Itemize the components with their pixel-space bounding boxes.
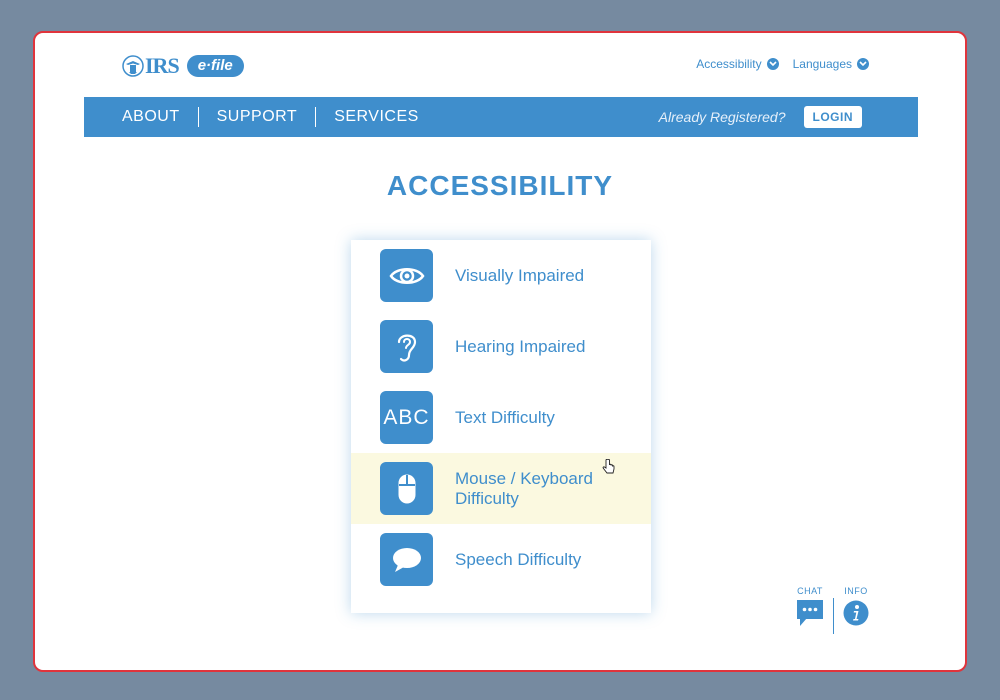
accessibility-dropdown[interactable]: Accessibility	[696, 57, 779, 71]
option-speech-difficulty[interactable]: Speech Difficulty	[351, 524, 651, 595]
chevron-down-icon	[766, 58, 779, 70]
accessibility-options-card: Visually Impaired Hearing Impaired ABC T…	[351, 240, 651, 613]
login-button[interactable]: LOGIN	[803, 106, 862, 128]
nav-menu: ABOUT SUPPORT SERVICES	[84, 107, 419, 127]
abc-glyph: ABC	[383, 405, 430, 429]
nav-item-services[interactable]: SERVICES	[334, 108, 419, 126]
languages-link-label: Languages	[792, 57, 852, 71]
info-icon	[843, 600, 869, 626]
irs-logo-text: IRS	[145, 53, 180, 78]
efile-logo-pill: e·file	[186, 55, 244, 77]
languages-dropdown[interactable]: Languages	[793, 57, 869, 71]
option-visually-impaired[interactable]: Visually Impaired	[351, 240, 651, 311]
chevron-down-icon	[857, 58, 869, 70]
tool-divider	[833, 598, 834, 634]
utility-links: Accessibility Languages	[696, 57, 869, 71]
irs-eagle-seal-icon	[122, 55, 144, 77]
option-label: Text Difficulty	[455, 407, 555, 427]
option-label: Hearing Impaired	[455, 336, 586, 356]
abc-icon: ABC	[380, 391, 433, 444]
option-hearing-impaired[interactable]: Hearing Impaired	[351, 311, 651, 382]
option-label: Speech Difficulty	[455, 549, 582, 569]
nav-item-about[interactable]: ABOUT	[122, 108, 180, 126]
chat-tool[interactable]: CHAT	[797, 586, 823, 626]
hand-pointer-cursor-icon	[602, 459, 615, 474]
page-title: ACCESSIBILITY	[386, 170, 614, 201]
option-mouse-keyboard-difficulty[interactable]: Mouse / Keyboard Difficulty	[351, 453, 651, 524]
top-bar: IRS e·file Accessibility Languages	[35, 33, 965, 99]
info-tool[interactable]: INFO	[843, 586, 869, 626]
nav-login-area: Already Registered? LOGIN	[659, 106, 918, 128]
info-label: INFO	[844, 586, 868, 596]
eye-icon	[380, 249, 433, 302]
accessibility-link-label: Accessibility	[696, 57, 762, 71]
chat-label: CHAT	[797, 586, 823, 596]
nav-item-support[interactable]: SUPPORT	[217, 108, 298, 126]
mouse-icon	[380, 462, 433, 515]
nav-divider	[315, 107, 317, 127]
irs-efile-logo[interactable]: IRS e·file	[122, 53, 244, 79]
already-registered-text: Already Registered?	[658, 109, 786, 125]
browser-frame: IRS e·file Accessibility Languages ABOUT…	[33, 31, 967, 672]
main-nav-bar: ABOUT SUPPORT SERVICES Already Registere…	[84, 97, 918, 137]
ear-icon	[380, 320, 433, 373]
help-tools: CHAT INFO	[795, 586, 875, 634]
chat-bubble-icon	[797, 600, 823, 626]
option-text-difficulty[interactable]: ABC Text Difficulty	[351, 382, 651, 453]
option-label: Mouse / Keyboard Difficulty	[455, 468, 593, 508]
nav-divider	[197, 107, 199, 127]
speech-bubble-icon	[380, 533, 433, 586]
option-label: Visually Impaired	[455, 265, 585, 285]
